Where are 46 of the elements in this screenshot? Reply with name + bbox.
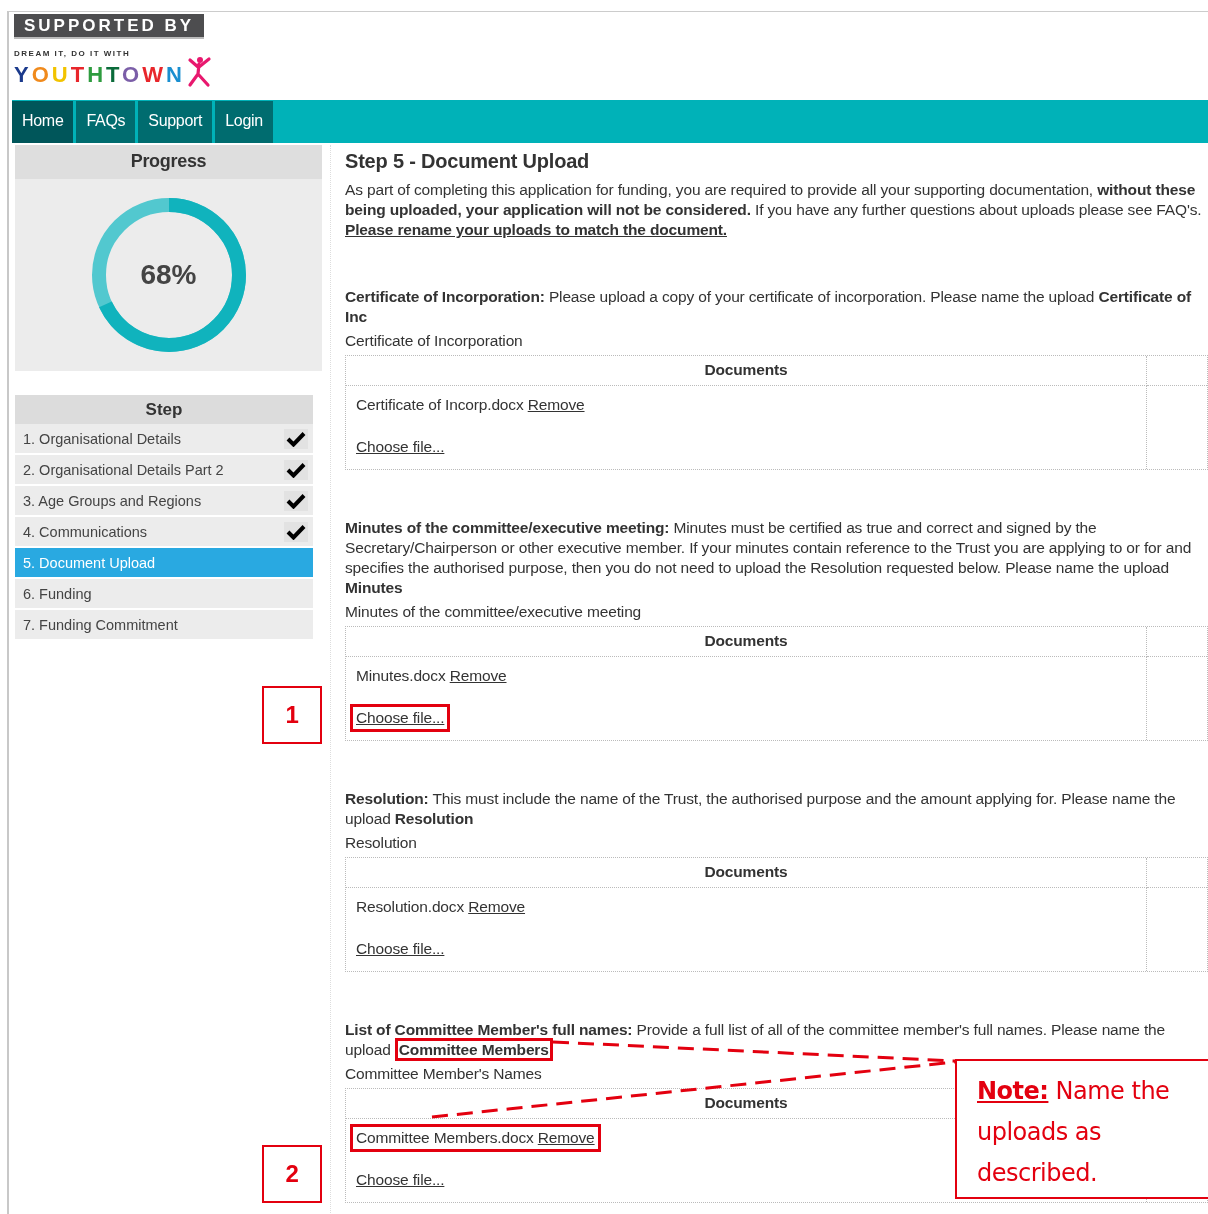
page-title: Step 5 - Document Upload [345,151,591,171]
progress-title: Progress [15,145,322,179]
step-item[interactable]: 2. Organisational Details Part 2 [15,455,313,486]
section-label: Minutes of the committee/executive meeting [345,602,643,622]
step-item[interactable]: 1. Organisational Details [15,424,313,455]
section-description: List of Committee Member's full names: Provide a full list of all of the committee member's full names. Please name the upload Committee Members [345,1020,1208,1060]
table-header: Documents [346,858,1147,888]
supported-by-banner: SUPPORTED BY [14,14,205,39]
nav-tab[interactable]: Login [215,101,273,143]
remove-link[interactable]: Remove [468,898,526,915]
choose-file-link[interactable]: Choose file... [350,935,451,963]
table-header: Documents [346,356,1147,386]
note-callout: Note: Name the uploads as described. [955,1059,1208,1199]
section-label: Committee Member's Names [345,1064,543,1084]
uploaded-file: Committee Members.docx Remove [350,1124,601,1152]
callout-number: 2 [262,1145,322,1203]
nav-tab[interactable]: Home [12,101,74,143]
uploaded-file: Certificate of Incorp.docx Remove [355,395,586,415]
uploaded-file: Minutes.docx Remove [355,666,508,686]
remove-link[interactable]: Remove [537,1129,595,1146]
nav-tab[interactable]: Support [138,101,213,143]
intro-text: As part of completing this application for funding, you are required to provide all your supporting documentation, without these being uploaded, your application will not be considered. If you have any further questions about uploads please see FAQ's. [345,181,1202,218]
uploaded-file: Resolution.docx Remove [355,897,527,917]
section-description: Certificate of Incorporation: Please upload a copy of your certificate of incorporation. Please name the upload Certificate of Inc [345,287,1193,327]
youthtown-logo: YOUTHTOWN [14,62,185,88]
step-item[interactable]: 4. Communications [15,517,313,548]
nav-tab[interactable]: FAQs [76,101,136,143]
progress-percent: 68% [140,259,197,291]
steps-header: Step [15,395,313,424]
step-item[interactable]: 7. Funding Commitment [15,610,313,641]
remove-link[interactable]: Remove [527,396,585,413]
section-description: Minutes of the committee/executive meeting: Minutes must be certified as true and correct and signed by the Secretary/Chairperson or other executive member. If your minutes contain reference to the Trust you are applying to or for and specifies the authorised purpose, then you do not need to upload the Resolution requested below. Please name the upload Minutes [345,518,1193,598]
jumping-figure-icon [185,56,212,88]
section-description: Resolution: This must include the name of the Trust, the authorised purpose and the amount applying for. Please name the upload Resolution [345,789,1177,829]
table-header: Documents [346,627,1147,657]
choose-file-link[interactable]: Choose file... [350,1166,451,1194]
step-item[interactable]: 6. Funding [15,579,313,610]
choose-file-link[interactable]: Choose file... [350,704,451,732]
rename-link[interactable]: Please rename your uploads to match the document. [345,221,727,238]
remove-link[interactable]: Remove [449,667,507,684]
section-label: Resolution [345,833,418,853]
logo-tagline: DREAM IT, DO IT WITH [14,49,132,58]
step-item[interactable]: 3. Age Groups and Regions [15,486,313,517]
section-label: Certificate of Incorporation [345,331,524,351]
choose-file-link[interactable]: Choose file... [350,433,451,461]
callout-number: 1 [262,686,322,744]
